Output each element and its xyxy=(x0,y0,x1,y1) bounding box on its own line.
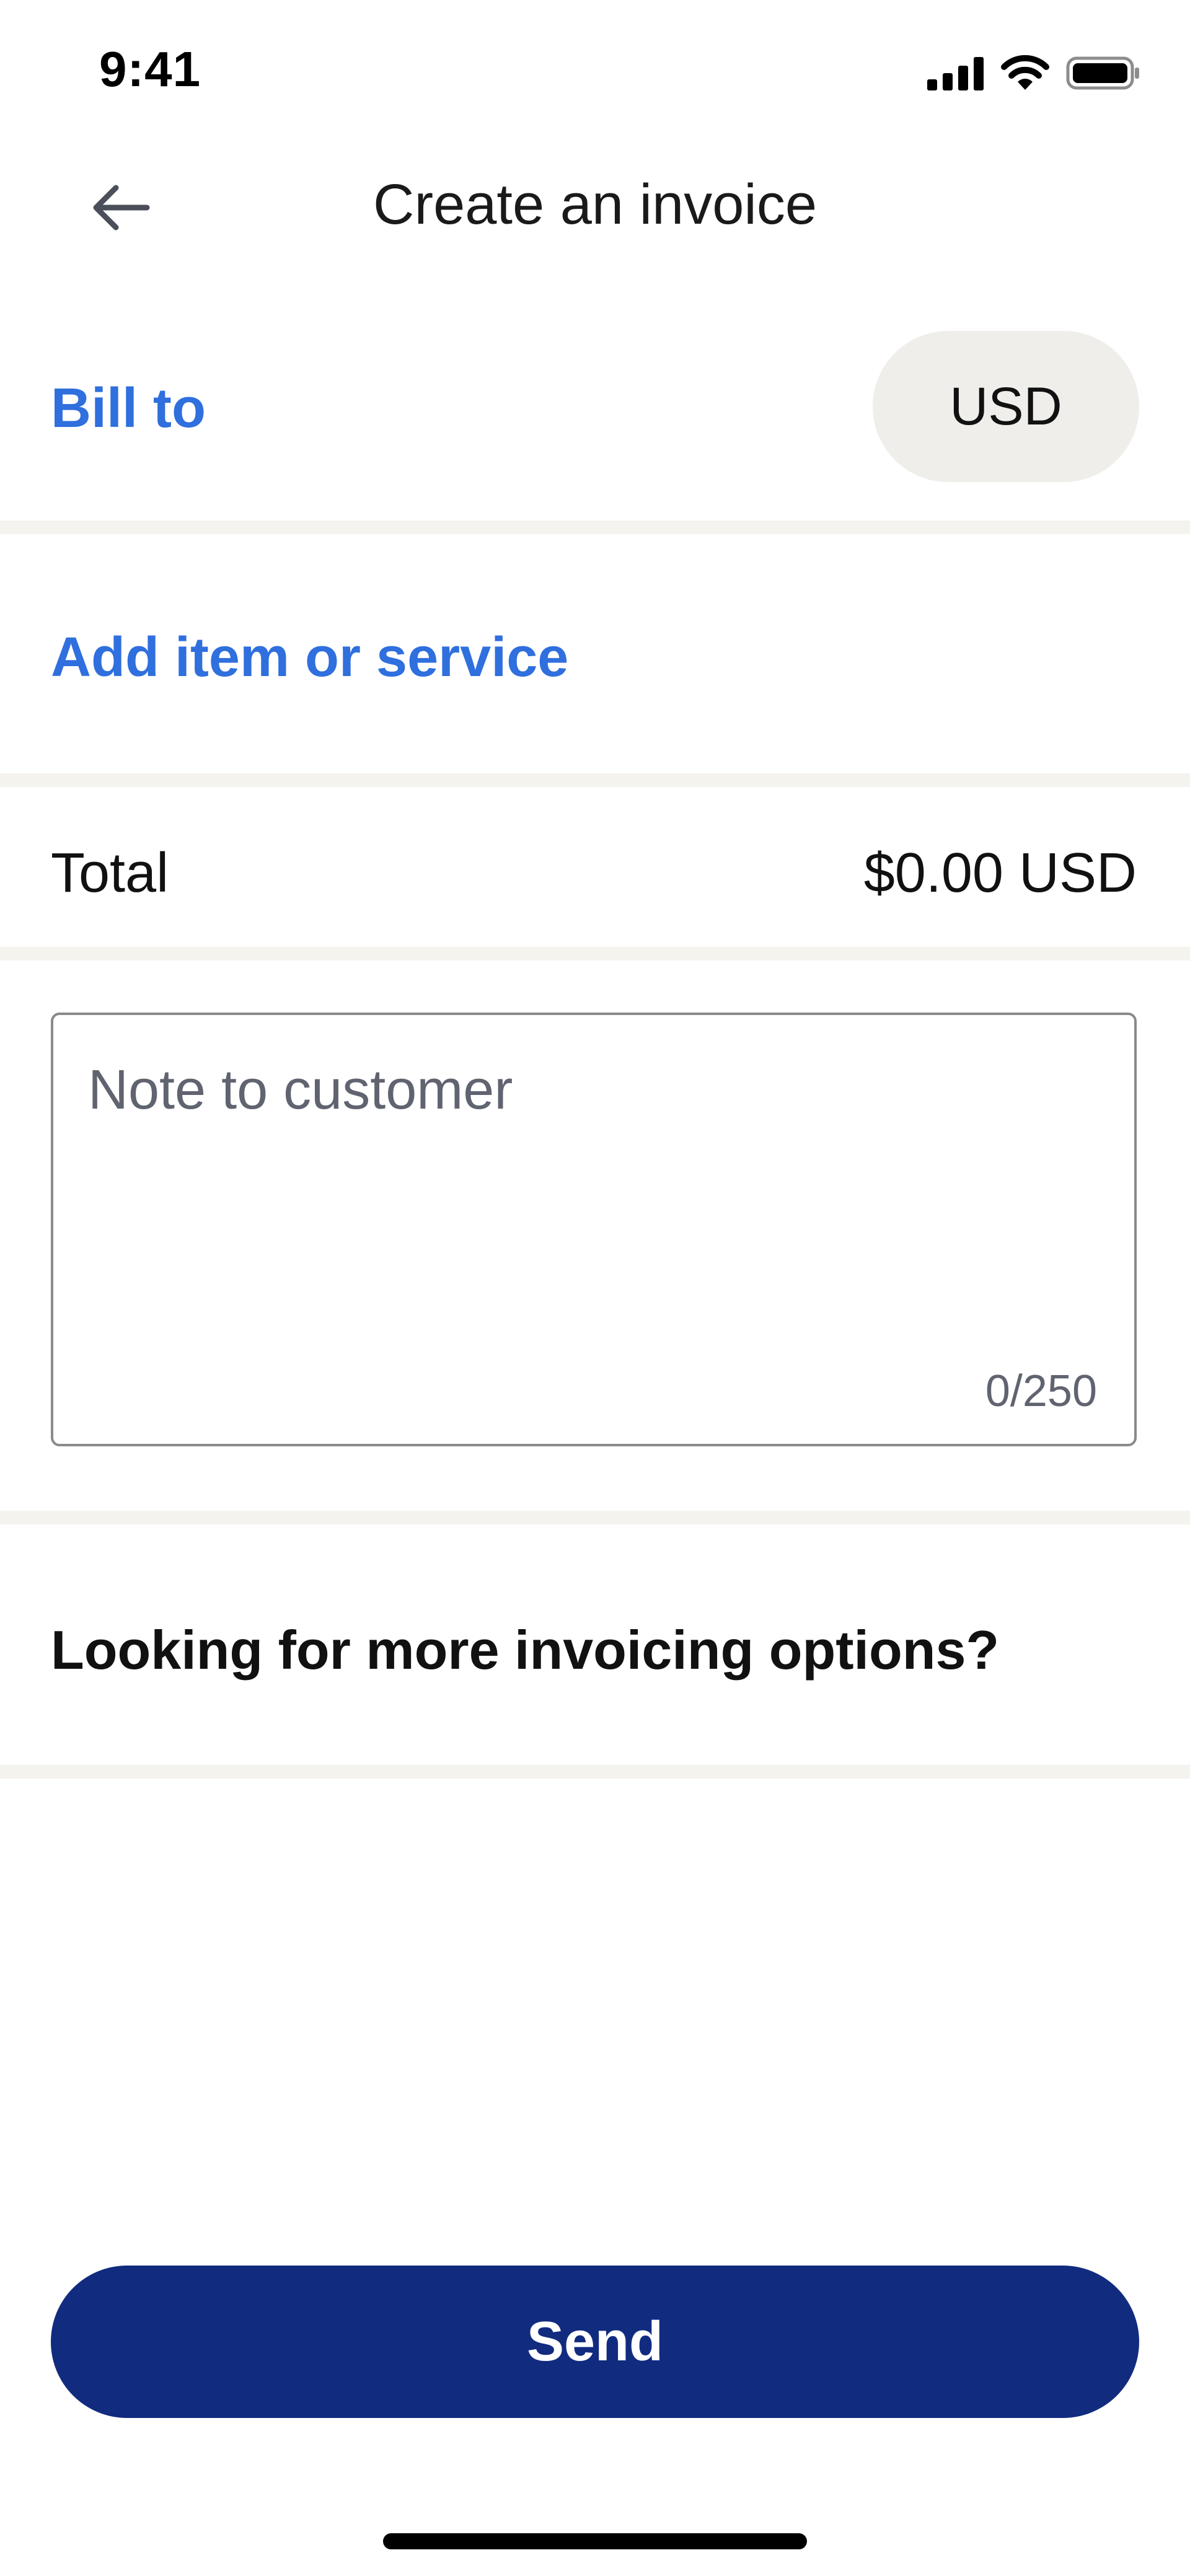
note-input[interactable] xyxy=(88,1058,1092,1331)
status-time: 9:41 xyxy=(99,42,201,97)
status-icons xyxy=(927,55,1140,92)
battery-icon xyxy=(1066,56,1139,90)
bill-to-link[interactable]: Bill to xyxy=(51,377,206,441)
total-label: Total xyxy=(51,842,169,904)
page-title: Create an invoice xyxy=(373,173,817,236)
section-divider xyxy=(0,947,1190,961)
section-divider xyxy=(0,773,1190,787)
char-counter: 0/250 xyxy=(985,1366,1097,1416)
total-value: $0.00 USD xyxy=(863,842,1137,904)
status-bar: 9:41 xyxy=(0,0,1190,143)
section-divider xyxy=(0,1511,1190,1524)
more-invoicing-options-link[interactable]: Looking for more invoicing options? xyxy=(51,1619,999,1682)
nav-bar: Create an invoice xyxy=(0,143,1190,273)
wifi-icon xyxy=(1001,55,1049,90)
home-indicator xyxy=(383,2533,807,2549)
currency-selector[interactable]: USD xyxy=(873,331,1139,482)
send-button[interactable]: Send xyxy=(51,2266,1139,2418)
add-item-link[interactable]: Add item or service xyxy=(51,626,568,690)
section-divider xyxy=(0,521,1190,534)
note-field: 0/250 xyxy=(51,1013,1137,1446)
bill-to-row: Bill to USD xyxy=(0,328,1190,483)
cellular-signal-icon xyxy=(927,57,984,90)
section-divider xyxy=(0,1765,1190,1778)
